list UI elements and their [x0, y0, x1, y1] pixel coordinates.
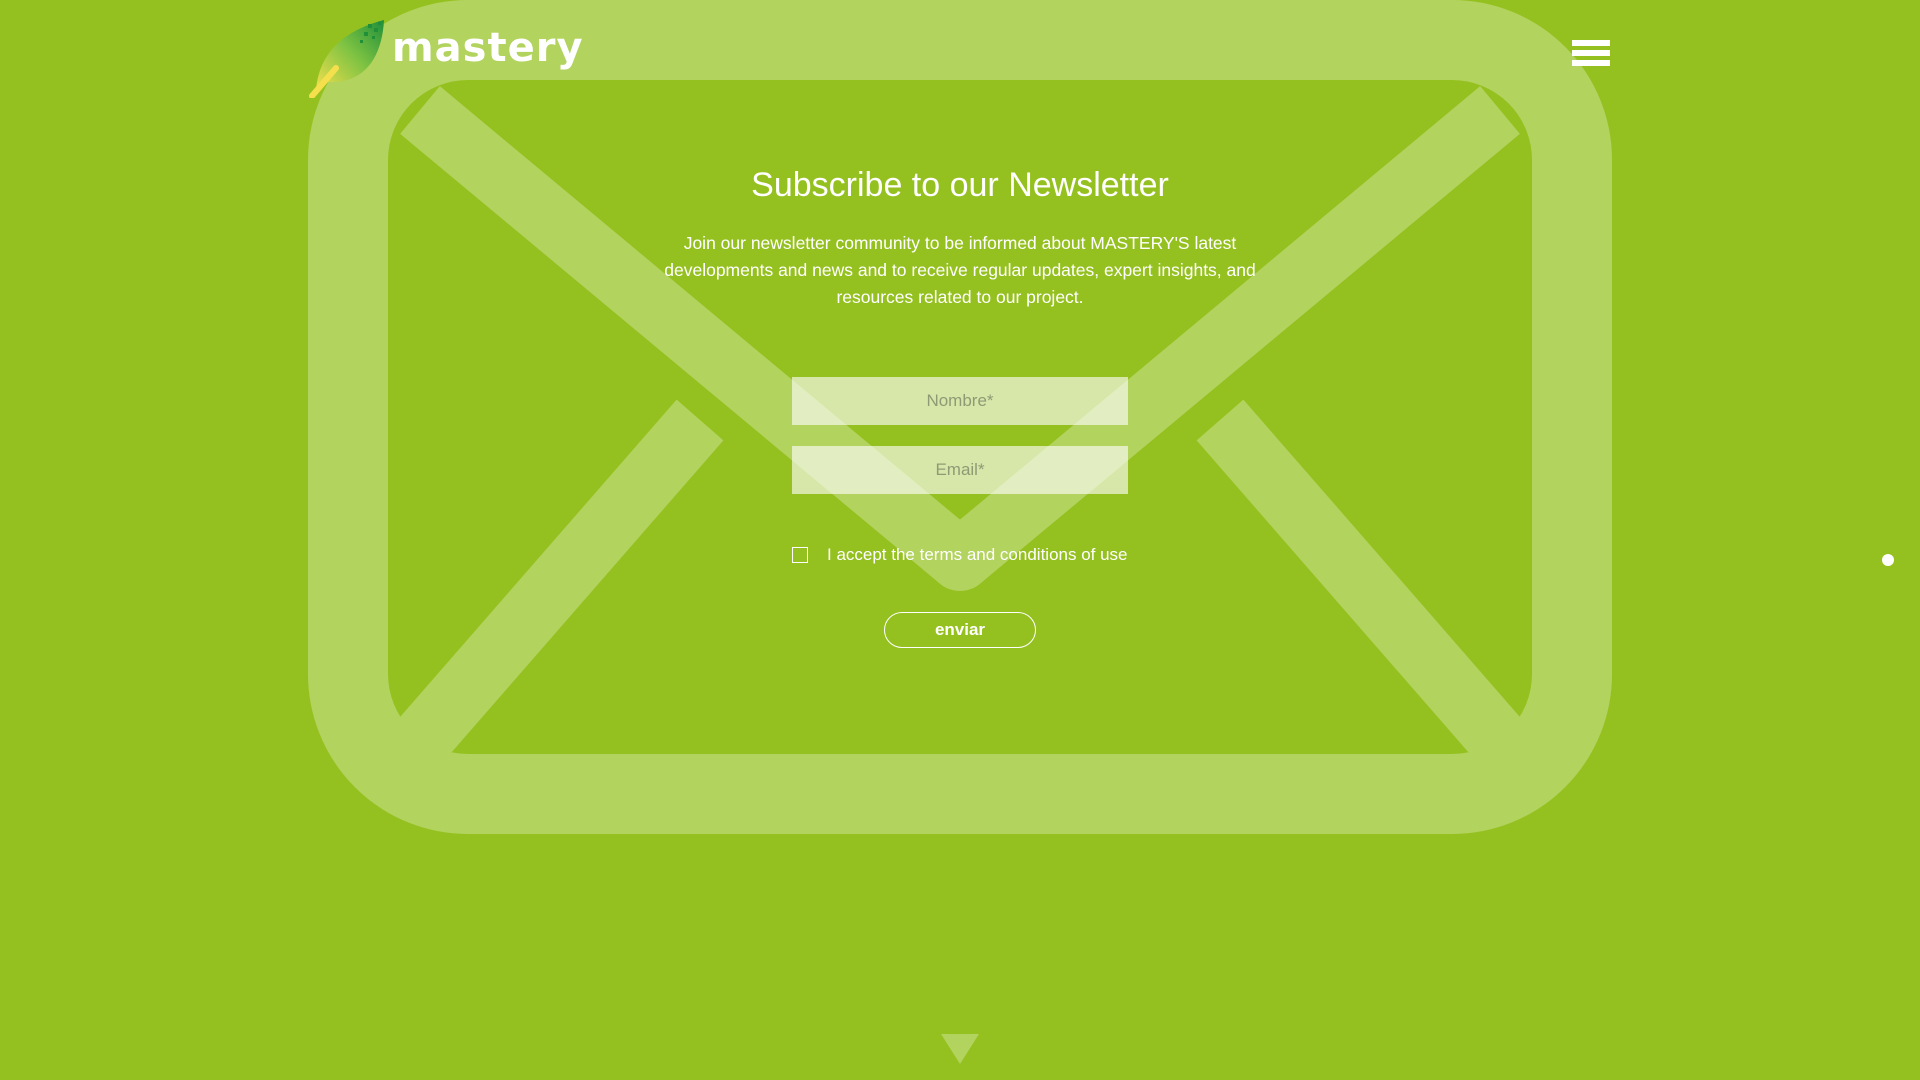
- leaf-logo-icon: [309, 20, 384, 98]
- menu-bar: [1572, 50, 1610, 56]
- brand-name: mastery: [392, 25, 584, 71]
- newsletter-title: Subscribe to our Newsletter: [751, 166, 1169, 204]
- name-field[interactable]: [792, 377, 1128, 425]
- scroll-down-arrow-icon[interactable]: [941, 1034, 979, 1064]
- envelope-background-icon: [308, 0, 1612, 834]
- hamburger-menu-icon[interactable]: [1572, 40, 1610, 74]
- submit-button[interactable]: enviar: [884, 612, 1036, 648]
- email-field[interactable]: [792, 446, 1128, 494]
- menu-bar: [1572, 40, 1610, 46]
- menu-bar: [1572, 60, 1610, 66]
- terms-checkbox[interactable]: [792, 547, 808, 563]
- terms-row[interactable]: I accept the terms and conditions of use: [792, 542, 1132, 568]
- mastery-logo[interactable]: mastery: [308, 18, 583, 98]
- newsletter-description: Join our newsletter community to be info…: [664, 233, 1256, 307]
- terms-label[interactable]: I accept the terms and conditions of use: [827, 545, 1128, 565]
- section-dot-icon[interactable]: [1882, 554, 1894, 566]
